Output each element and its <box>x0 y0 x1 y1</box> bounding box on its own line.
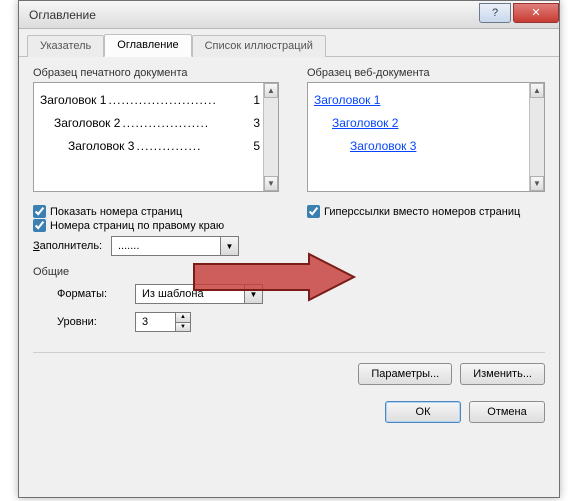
chevron-down-icon[interactable]: ▼ <box>244 285 262 303</box>
tab-leader-combo[interactable]: ....... ▼ <box>111 236 239 256</box>
preview-h2: Заголовок 2 <box>54 112 120 135</box>
scroll-up-icon[interactable]: ▲ <box>264 83 278 98</box>
separator <box>33 352 545 353</box>
print-preview: Заголовок 1 ......................... 1 … <box>33 82 279 192</box>
hyperlinks-checkbox[interactable]: Гиперссылки вместо номеров страниц <box>307 205 545 218</box>
web-h3-link[interactable]: Заголовок 3 <box>350 139 416 153</box>
right-align-label: Номера страниц по правому краю <box>50 220 224 232</box>
toc-dialog: Оглавление ? ✕ Указатель Оглавление Спис… <box>18 0 560 498</box>
scrollbar-left[interactable]: ▲ ▼ <box>263 83 278 191</box>
right-align-checkbox[interactable]: Номера страниц по правому краю <box>33 219 293 232</box>
print-preview-label: Образец печатного документа <box>33 67 293 79</box>
help-button[interactable]: ? <box>479 3 511 23</box>
close-button[interactable]: ✕ <box>513 3 559 23</box>
scroll-up-icon[interactable]: ▲ <box>530 83 544 98</box>
preview-h1: Заголовок 1 <box>40 89 106 112</box>
show-page-numbers-checkbox[interactable]: Показать номера страниц <box>33 205 293 218</box>
scroll-down-icon[interactable]: ▼ <box>530 176 544 191</box>
ok-button[interactable]: ОК <box>385 401 461 423</box>
preview-p2: 3 <box>253 112 260 135</box>
scroll-down-icon[interactable]: ▼ <box>264 176 278 191</box>
show-page-numbers-label: Показать номера страниц <box>50 206 182 218</box>
options-button[interactable]: Параметры... <box>358 363 452 385</box>
spin-down-icon[interactable]: ▼ <box>175 323 190 332</box>
hyperlinks-label: Гиперссылки вместо номеров страниц <box>324 206 520 218</box>
web-preview-label: Образец веб-документа <box>307 67 545 79</box>
tab-toc[interactable]: Оглавление <box>104 34 191 57</box>
tab-leader-value: ....... <box>112 240 220 252</box>
window-title: Оглавление <box>29 8 479 22</box>
formats-value: Из шаблона <box>136 288 244 300</box>
tab-leader-label: Заполнитель: <box>33 240 111 252</box>
spin-up-icon[interactable]: ▲ <box>175 313 190 323</box>
preview-p3: 5 <box>253 135 260 158</box>
levels-label: Уровни: <box>57 316 135 328</box>
modify-button[interactable]: Изменить... <box>460 363 545 385</box>
general-group-label: Общие <box>33 266 69 278</box>
web-h1-link[interactable]: Заголовок 1 <box>314 93 380 107</box>
tab-index[interactable]: Указатель <box>27 35 104 57</box>
formats-combo[interactable]: Из шаблона ▼ <box>135 284 263 304</box>
preview-h3: Заголовок 3 <box>68 135 134 158</box>
web-preview: Заголовок 1 Заголовок 2 Заголовок 3 ▲ ▼ <box>307 82 545 192</box>
tabstrip: Указатель Оглавление Список иллюстраций <box>19 29 559 57</box>
cancel-button[interactable]: Отмена <box>469 401 545 423</box>
levels-spinner[interactable]: 3 ▲ ▼ <box>135 312 191 332</box>
tab-illustrations[interactable]: Список иллюстраций <box>192 35 326 57</box>
web-h2-link[interactable]: Заголовок 2 <box>332 116 398 130</box>
levels-value: 3 <box>136 316 175 328</box>
formats-label: Форматы: <box>57 288 135 300</box>
scrollbar-right[interactable]: ▲ ▼ <box>529 83 544 191</box>
preview-p1: 1 <box>253 89 260 112</box>
chevron-down-icon[interactable]: ▼ <box>220 237 238 255</box>
titlebar[interactable]: Оглавление ? ✕ <box>19 1 559 29</box>
